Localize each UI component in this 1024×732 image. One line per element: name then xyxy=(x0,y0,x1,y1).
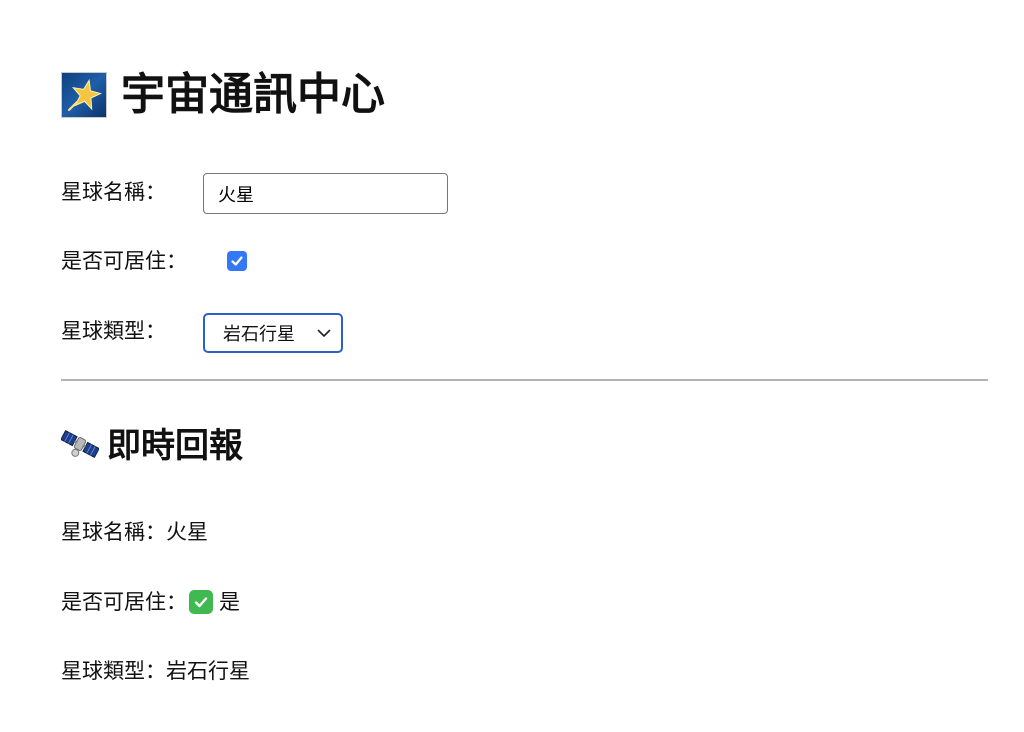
page-title: 宇宙通訊中心 xyxy=(121,69,385,120)
page: 宇宙通訊中心 星球名稱： 是否可居住： 星球類型： 岩石行星 xyxy=(0,0,1024,732)
planet-type-selected: 岩石行星 xyxy=(223,324,295,345)
report-habitable-label: 是否可居住： xyxy=(61,590,187,614)
report-name-value: 火星 xyxy=(166,520,208,544)
report-type-value: 岩石行星 xyxy=(166,659,250,683)
star-icon xyxy=(61,72,107,118)
planet-type-select[interactable]: 岩石行星 xyxy=(203,313,343,353)
planet-name-input[interactable] xyxy=(203,173,448,214)
planet-name-label: 星球名稱： xyxy=(61,180,166,204)
habitable-checkbox[interactable] xyxy=(227,251,247,271)
chevron-down-icon xyxy=(317,329,331,337)
planet-type-label: 星球類型： xyxy=(61,319,166,343)
checkmark-icon xyxy=(231,256,243,266)
report-name-label: 星球名稱： xyxy=(61,520,166,544)
report-title: 即時回報 xyxy=(107,426,243,466)
divider xyxy=(61,379,988,381)
satellite-icon xyxy=(60,427,100,465)
report-habitable-value: 是 xyxy=(219,590,240,614)
report-planet-type: 星球類型： 岩石行星 xyxy=(61,656,250,686)
check-mark-icon xyxy=(189,590,213,614)
habitable-label: 是否可居住： xyxy=(61,249,187,273)
report-planet-name: 星球名稱： 火星 xyxy=(61,517,208,547)
report-habitable: 是否可居住： 是 xyxy=(61,587,240,617)
report-header: 即時回報 xyxy=(60,423,243,469)
report-type-label: 星球類型： xyxy=(61,659,166,683)
header: 宇宙通訊中心 xyxy=(61,66,385,124)
